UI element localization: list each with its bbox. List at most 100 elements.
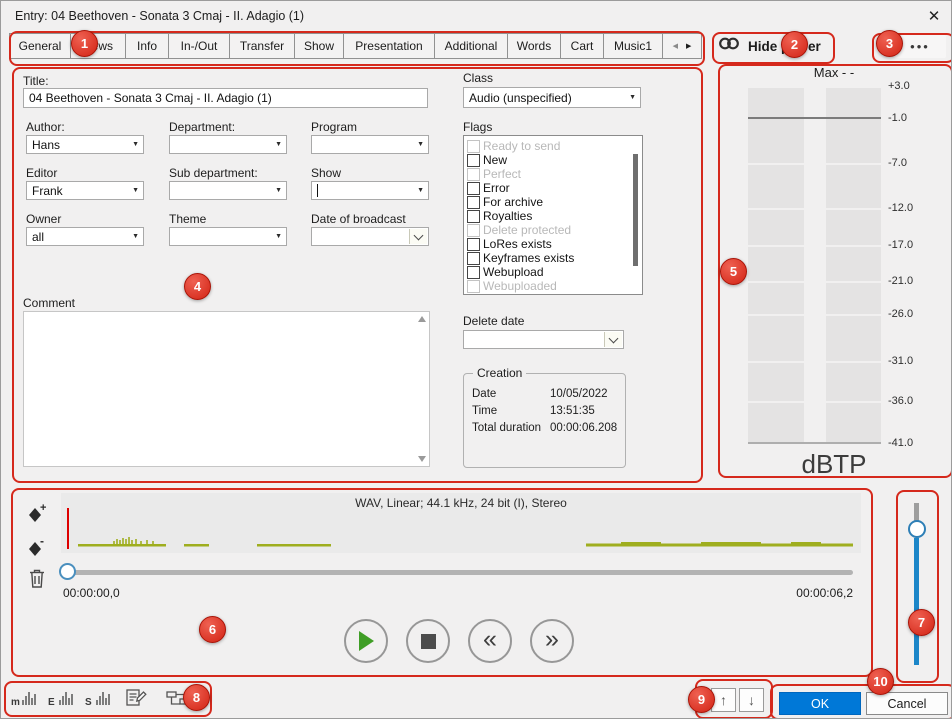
flag-webupload[interactable]: Webupload	[467, 265, 544, 279]
flag-webuploaded[interactable]: Webuploaded	[467, 279, 557, 293]
chevron-down-icon: ▼	[132, 141, 139, 148]
class-combobox[interactable]: Audio (unspecified)▼	[463, 87, 641, 108]
meter-scale-label: -21.0	[888, 275, 913, 287]
svg-text:-: -	[40, 535, 44, 548]
arrow-down-icon: ↓	[748, 692, 755, 708]
play-button[interactable]	[344, 619, 388, 663]
meter-peak-line	[748, 117, 881, 119]
date-of-broadcast-field[interactable]	[311, 227, 429, 246]
checkbox-icon[interactable]	[467, 252, 480, 265]
program-combobox[interactable]: ▼	[311, 135, 429, 154]
scroll-up-icon[interactable]	[418, 316, 426, 322]
scroll-down-icon[interactable]	[418, 456, 426, 462]
title-input[interactable]: 04 Beethoven - Sonata 3 Cmaj - II. Adagi…	[23, 88, 428, 108]
waveform-m-icon: m	[11, 688, 39, 708]
remove-marker-button[interactable]: -	[27, 535, 49, 566]
chevron-down-icon: ▼	[132, 187, 139, 194]
flags-scrollbar[interactable]	[633, 154, 638, 266]
callout-5: 5	[720, 258, 747, 285]
cancel-button[interactable]: Cancel	[866, 692, 948, 715]
checkbox-icon[interactable]	[467, 210, 480, 223]
rewind-button[interactable]: «	[468, 619, 512, 663]
tab-scroll-right-icon[interactable]: ▶	[686, 42, 691, 50]
checkbox-icon[interactable]	[467, 238, 480, 251]
meter-tick	[748, 245, 881, 247]
waveform-display[interactable]: WAV, Linear; 44.1 kHz, 24 bit (I), Stere…	[61, 493, 861, 553]
checkbox-icon[interactable]	[467, 224, 480, 237]
tab-cart[interactable]: Cart	[560, 33, 604, 59]
callout-8: 8	[183, 684, 210, 711]
checkbox-icon[interactable]	[467, 168, 480, 181]
flag-perfect[interactable]: Perfect	[467, 167, 521, 181]
tab-presentation[interactable]: Presentation	[343, 33, 435, 59]
tab-general[interactable]: General	[9, 33, 71, 59]
delete-date-label: Delete date	[463, 314, 524, 328]
flag-royalties[interactable]: Royalties	[467, 209, 532, 223]
checkbox-icon[interactable]	[467, 266, 480, 279]
checkbox-icon[interactable]	[467, 280, 480, 293]
seek-slider-track[interactable]	[63, 570, 853, 575]
delete-date-field[interactable]	[463, 330, 624, 349]
forward-icon: »	[545, 625, 559, 654]
tab-music1[interactable]: Music1	[603, 33, 663, 59]
volume-slider-track[interactable]	[914, 538, 919, 665]
svg-text:+: +	[40, 502, 46, 514]
department-label: Department:	[169, 120, 235, 134]
entry-dialog: Entry: 04 Beethoven - Sonata 3 Cmaj - II…	[0, 0, 952, 719]
creation-groupbox: Creation Date 10/05/2022 Time 13:51:35 T…	[463, 373, 626, 468]
svg-text:m: m	[11, 697, 20, 708]
tab-transfer[interactable]: Transfer	[229, 33, 295, 59]
tab-scroll-left-icon[interactable]: ◀	[673, 42, 678, 50]
close-button[interactable]: ✕	[919, 3, 949, 29]
date-picker-button[interactable]	[409, 229, 427, 244]
diamond-minus-icon: -	[27, 535, 49, 561]
tab-in-out[interactable]: In-/Out	[168, 33, 230, 59]
department-combobox[interactable]: ▼	[169, 135, 287, 154]
tab-info[interactable]: Info	[125, 33, 169, 59]
flag-ready-to-send[interactable]: Ready to send	[467, 139, 560, 153]
flags-listbox[interactable]: Ready to send New Perfect Error For arch…	[463, 135, 643, 295]
svg-text:E: E	[48, 697, 55, 708]
edit-metadata-button[interactable]	[125, 687, 149, 713]
normalize-e-button[interactable]: E	[48, 688, 76, 713]
checkbox-icon[interactable]	[467, 182, 480, 195]
owner-combobox[interactable]: all▼	[26, 227, 144, 246]
author-combobox[interactable]: Hans▼	[26, 135, 144, 154]
editor-combobox[interactable]: Frank▼	[26, 181, 144, 200]
flag-for-archive[interactable]: For archive	[467, 195, 543, 209]
tab-additional[interactable]: Additional	[434, 33, 508, 59]
date-picker-button[interactable]	[604, 332, 622, 347]
flag-partial-row	[467, 293, 480, 295]
volume-slider-track-top[interactable]	[914, 503, 919, 521]
stop-button[interactable]	[406, 619, 450, 663]
flag-lores-exists[interactable]: LoRes exists	[467, 237, 552, 251]
tab-words[interactable]: Words	[507, 33, 561, 59]
meter-tick	[748, 281, 881, 283]
volume-slider-thumb[interactable]	[908, 520, 926, 538]
checkbox-icon[interactable]	[467, 196, 480, 209]
diamond-plus-icon: +	[27, 501, 49, 527]
flag-new[interactable]: New	[467, 153, 507, 167]
theme-combobox[interactable]: ▼	[169, 227, 287, 246]
normalize-m-button[interactable]: m	[11, 688, 39, 713]
checkbox-icon[interactable]	[467, 154, 480, 167]
tab-show[interactable]: Show	[294, 33, 344, 59]
comment-textarea[interactable]	[23, 311, 430, 467]
delete-marker-button[interactable]	[28, 567, 46, 594]
callout-9: 9	[688, 686, 715, 713]
seek-slider-thumb[interactable]	[59, 563, 76, 580]
meter-scale-label: -12.0	[888, 202, 913, 214]
callout-7: 7	[908, 609, 935, 636]
sub-department-combobox[interactable]: ▼	[169, 181, 287, 200]
flag-error[interactable]: Error	[467, 181, 510, 195]
show-combobox[interactable]: ▼	[311, 181, 429, 200]
move-down-button[interactable]: ↓	[739, 688, 764, 712]
date-of-broadcast-label: Date of broadcast	[311, 212, 406, 226]
flag-keyframes-exists[interactable]: Keyframes exists	[467, 251, 574, 265]
add-marker-button[interactable]: +	[27, 501, 49, 532]
forward-button[interactable]: »	[530, 619, 574, 663]
ok-button[interactable]: OK	[779, 692, 861, 715]
normalize-s-button[interactable]: S	[85, 688, 113, 713]
flag-delete-protected[interactable]: Delete protected	[467, 223, 571, 237]
checkbox-icon[interactable]	[467, 140, 480, 153]
